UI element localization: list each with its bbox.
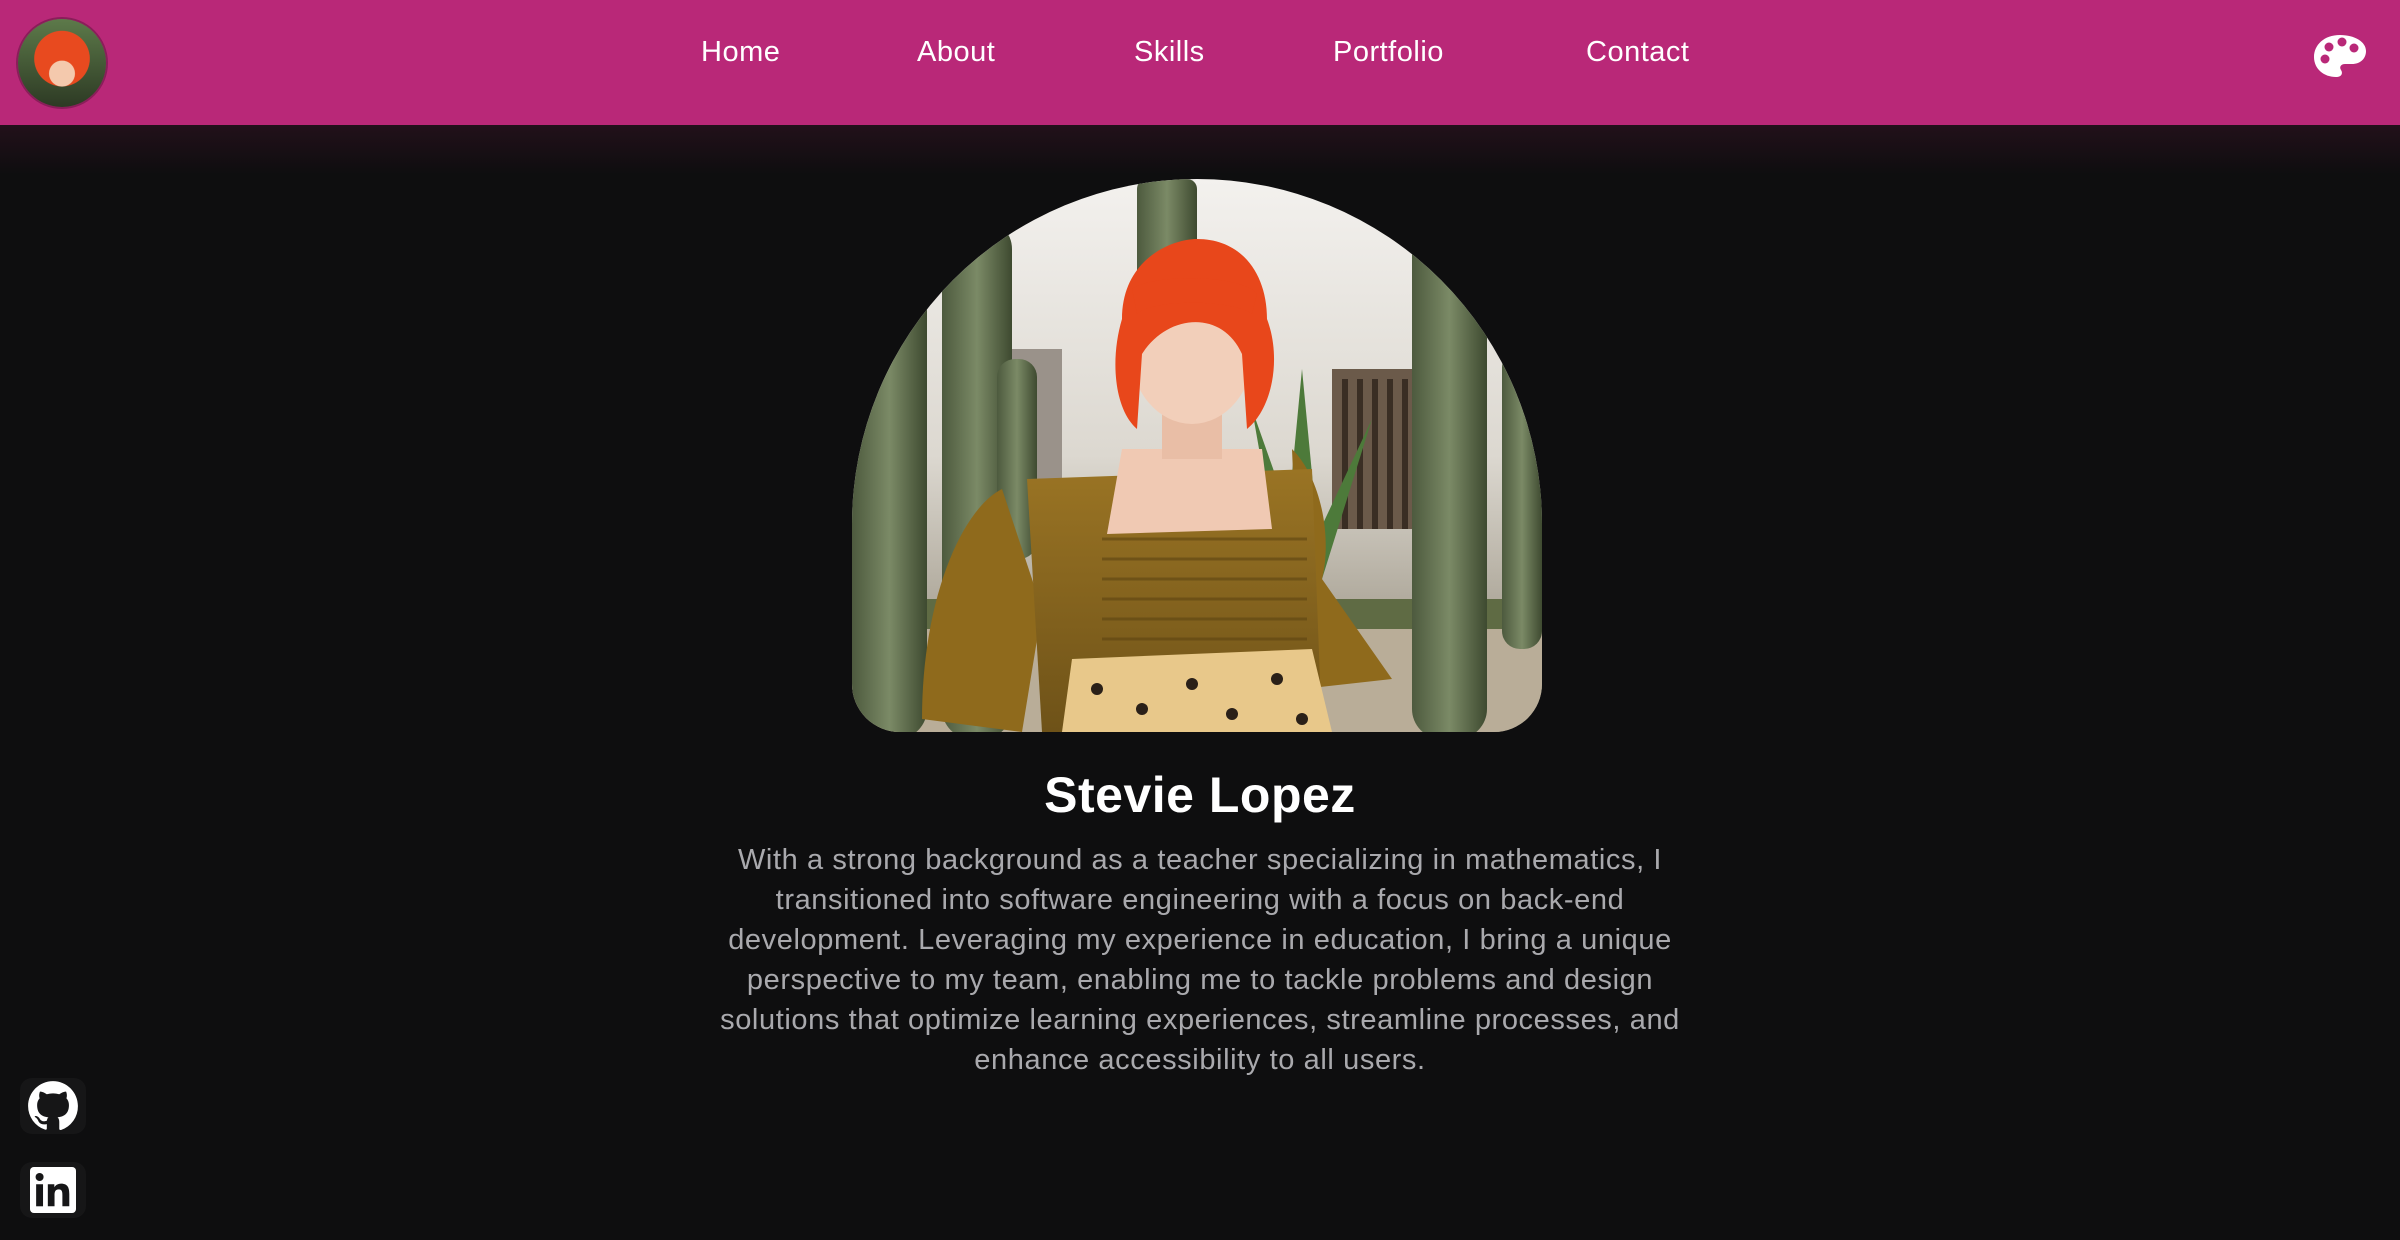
nav-shadow — [0, 125, 2400, 175]
linkedin-link[interactable] — [20, 1162, 86, 1218]
github-icon — [28, 1081, 78, 1131]
nav-skills-link[interactable]: Skills — [1134, 36, 1205, 69]
hero-name: Stevie Lopez — [1044, 767, 1356, 823]
top-navbar: Home About Skills Portfolio Contact — [0, 0, 2400, 125]
profile-photo — [852, 179, 1542, 732]
nav-links: Home About Skills Portfolio Contact — [0, 0, 2400, 110]
bio-line: development. Leveraging my experience in… — [728, 924, 1672, 956]
github-link[interactable] — [20, 1078, 86, 1134]
nav-about-link[interactable]: About — [917, 36, 995, 69]
nav-portfolio-link[interactable]: Portfolio — [1333, 36, 1444, 69]
bio-line: enhance accessibility to all users. — [974, 1044, 1426, 1076]
linkedin-icon — [30, 1167, 76, 1213]
nav-contact-link[interactable]: Contact — [1586, 36, 1689, 69]
palette-icon[interactable] — [2312, 33, 2368, 79]
bio-line: transitioned into software engineering w… — [775, 884, 1625, 916]
bio-line: With a strong background as a teacher sp… — [737, 844, 1663, 876]
bio-line: solutions that optimize learning experie… — [720, 1004, 1680, 1036]
nav-home-link[interactable]: Home — [701, 36, 780, 69]
hero-bio: With a strong background as a teacher sp… — [620, 840, 1780, 1080]
bio-line: perspective to my team, enabling me to t… — [746, 964, 1654, 996]
